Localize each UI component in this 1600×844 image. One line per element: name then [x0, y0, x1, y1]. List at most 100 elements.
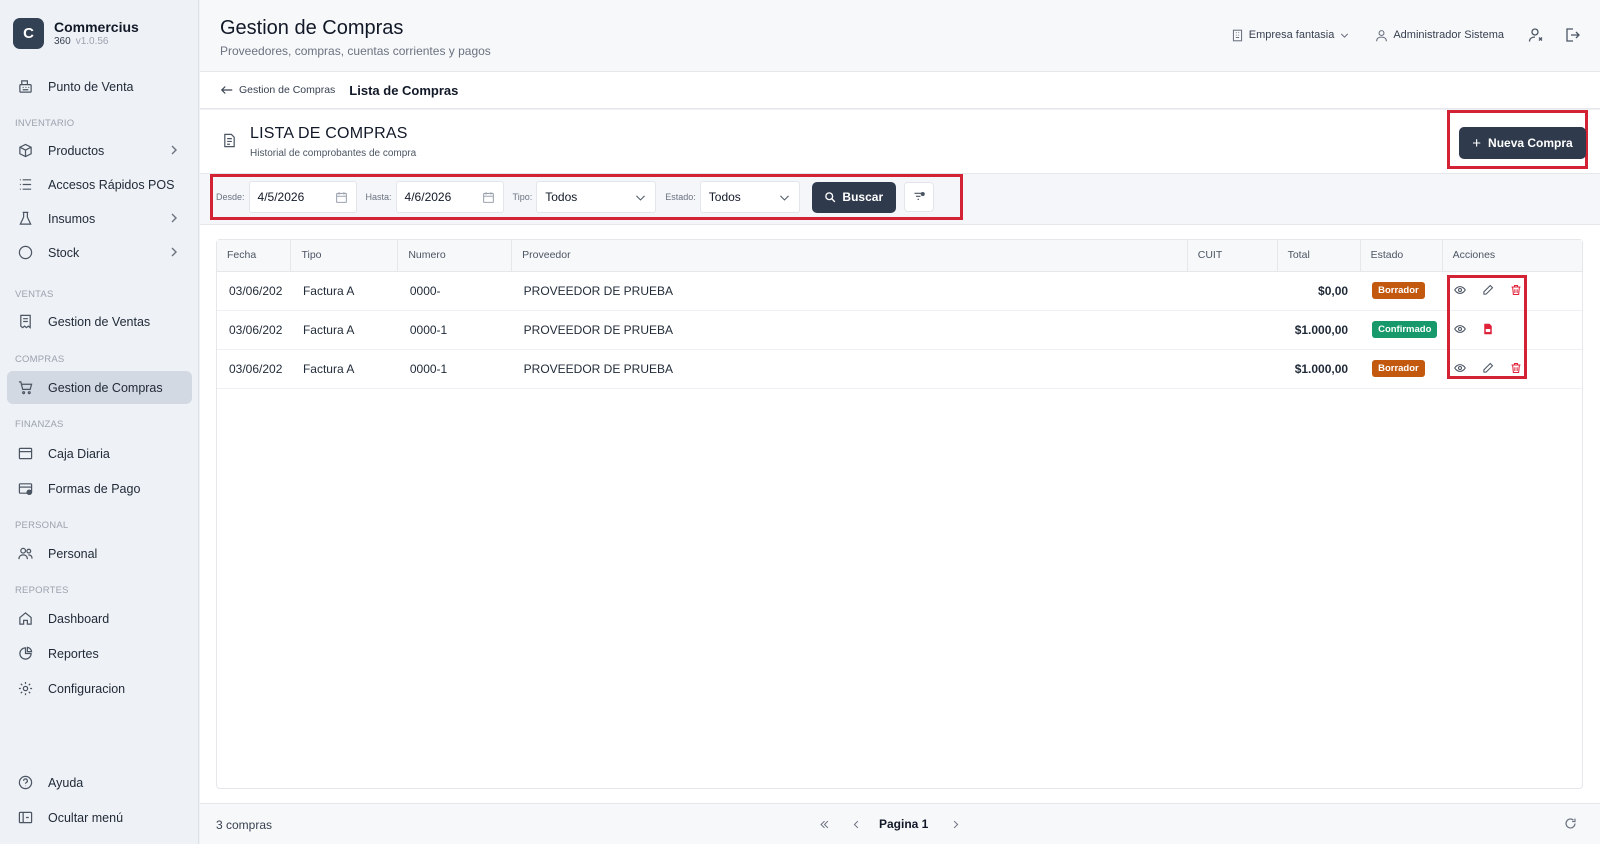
column-header[interactable]: Estado [1360, 240, 1443, 272]
sidebar-item-reportes[interactable]: Reportes [7, 637, 192, 670]
user-icon [1376, 29, 1388, 41]
cell-total: $0,00 [1318, 283, 1349, 298]
sidebar-item-label: Insumos [48, 211, 96, 226]
company-name: Empresa fantasia [1248, 29, 1335, 41]
sidebar-item-label: Punto de Venta [48, 79, 134, 94]
sidebar-item-label: Personal [48, 546, 98, 561]
table-footer: 3 compras Pagina 1 [200, 803, 1600, 844]
next-page-icon[interactable] [946, 815, 964, 833]
sidebar-item-configuracion[interactable]: Configuracion [7, 672, 192, 705]
breadcrumb-back-link[interactable]: Gestion de Compras [220, 83, 335, 97]
sidebar-item-personal[interactable]: Personal [7, 537, 192, 570]
clear-filters-button[interactable] [903, 182, 934, 212]
column-header[interactable]: Fecha [217, 240, 292, 272]
sidebar-item-label: Ayuda [48, 775, 84, 790]
page-header: Gestion de Compras Proveedores, compras,… [200, 0, 1600, 72]
status-badge: Borrador [1372, 360, 1425, 377]
view-icon[interactable] [1454, 362, 1468, 376]
breadcrumb: Gestion de Compras Lista de Compras [200, 72, 1600, 109]
page-title: Gestion de Compras [220, 17, 404, 39]
box-icon [17, 143, 33, 159]
section-label-finanzas: FINANZAS [15, 419, 64, 430]
sidebar: C Commercius 360 v1.0.56 Punto de Venta I… [0, 0, 199, 844]
sidebar-item-accesos-rapidos[interactable]: Accesos Rápidos POS [7, 168, 192, 201]
sidebar-item-punto-de-venta[interactable]: Punto de Venta [7, 70, 192, 103]
sidebar-item-ocultar-menu[interactable]: Ocultar menú [7, 801, 192, 834]
first-page-icon[interactable] [815, 815, 833, 833]
company-selector[interactable]: Empresa fantasia [1231, 29, 1352, 42]
sidebar-item-stock[interactable]: Stock [7, 236, 192, 269]
sidebar-item-productos[interactable]: Productos [7, 134, 192, 167]
user-menu[interactable]: Administrador Sistema [1375, 29, 1504, 42]
table-row[interactable]: 03/06/202 Factura A 0000-1 PROVEEDOR DE … [217, 310, 1582, 349]
cell-numero: 0000- [409, 283, 441, 298]
section-label-compras: COMPRAS [15, 354, 65, 365]
sidebar-item-dashboard[interactable]: Dashboard [7, 602, 192, 635]
cell-proveedor: PROVEEDOR DE PRUEBA [523, 361, 674, 376]
pagination: Pagina 1 [815, 815, 978, 833]
sidebar-item-gestion-compras[interactable]: Gestion de Compras [7, 371, 192, 404]
chevron-down-icon [779, 195, 789, 201]
sidebar-item-gestion-ventas[interactable]: Gestion de Ventas [7, 305, 192, 338]
search-button[interactable]: Buscar [811, 181, 896, 213]
hasta-date-input[interactable]: 4/6/2026 [395, 181, 504, 213]
sidebar-item-ayuda[interactable]: Ayuda [7, 766, 192, 799]
sidebar-item-caja-diaria[interactable]: Caja Diaria [7, 437, 192, 470]
sidebar-item-label: Accesos Rápidos POS [48, 177, 175, 192]
pdf-icon[interactable] [1482, 323, 1496, 337]
sidebar-item-formas-de-pago[interactable]: Formas de Pago [7, 472, 192, 505]
cart-icon [17, 380, 33, 396]
gear-icon [17, 681, 33, 697]
filter-bar: Desde: 4/5/2026 Hasta: 4/6/2026 Tipo: To… [200, 174, 1600, 225]
column-header[interactable]: CUIT [1187, 240, 1278, 272]
calendar-icon[interactable] [335, 191, 348, 204]
app-logo: C [13, 18, 44, 49]
document-list-icon [222, 133, 237, 151]
status-badge: Confirmado [1372, 321, 1438, 338]
tipo-select[interactable]: Todos [536, 181, 657, 213]
logout-icon[interactable] [1564, 27, 1580, 43]
delete-icon[interactable] [1510, 284, 1524, 298]
sidebar-item-label: Ocultar menú [48, 810, 124, 825]
delete-icon[interactable] [1510, 362, 1524, 376]
sidebar-item-label: Productos [48, 143, 105, 158]
view-icon[interactable] [1454, 284, 1468, 298]
cell-cuit [1187, 349, 1277, 388]
section-label-personal: PERSONAL [15, 520, 69, 531]
tipo-label: Tipo: [512, 192, 533, 202]
column-header[interactable]: Tipo [290, 240, 399, 272]
column-header[interactable]: Total [1277, 240, 1361, 272]
cell-numero: 0000-1 [409, 322, 448, 337]
desde-value: 4/5/2026 [257, 190, 305, 204]
cell-tipo: Factura A [302, 322, 355, 337]
highlight-box: Desde: 4/5/2026 Hasta: 4/6/2026 Tipo: To… [210, 174, 963, 220]
desde-date-input[interactable]: 4/5/2026 [248, 181, 357, 213]
sidebar-toggle-icon [17, 810, 33, 826]
refresh-icon[interactable] [1564, 817, 1578, 831]
section-label-inventario: INVENTARIO [15, 118, 75, 129]
new-purchase-button[interactable]: + Nueva Compra [1459, 127, 1586, 159]
calendar-icon[interactable] [482, 191, 495, 204]
sidebar-item-insumos[interactable]: Insumos [7, 202, 192, 235]
estado-select[interactable]: Todos [699, 181, 800, 213]
prev-page-icon[interactable] [847, 815, 865, 833]
column-header[interactable]: Proveedor [511, 240, 1188, 272]
content-area: Fecha Tipo Numero Proveedor CUIT Total E… [200, 225, 1600, 803]
cell-fecha: 03/06/202 [229, 361, 283, 376]
edit-icon[interactable] [1482, 362, 1496, 376]
user-settings-icon[interactable] [1528, 27, 1544, 43]
cell-tipo: Factura A [302, 283, 355, 298]
column-header[interactable]: Numero [397, 240, 513, 272]
sidebar-item-label: Dashboard [48, 611, 110, 626]
chevron-right-icon [168, 211, 180, 228]
user-name: Administrador Sistema [1393, 29, 1504, 41]
estado-label: Estado: [665, 192, 696, 202]
filter-clear-icon [914, 191, 925, 200]
edit-icon[interactable] [1482, 284, 1496, 298]
section-title: LISTA DE COMPRAS [250, 125, 408, 142]
table-row[interactable]: 03/06/202 Factura A 0000- PROVEEDOR DE P… [217, 271, 1582, 310]
view-icon[interactable] [1454, 323, 1468, 337]
list-icon [17, 177, 33, 193]
cell-proveedor: PROVEEDOR DE PRUEBA [523, 322, 674, 337]
table-row[interactable]: 03/06/202 Factura A 0000-1 PROVEEDOR DE … [217, 349, 1582, 388]
